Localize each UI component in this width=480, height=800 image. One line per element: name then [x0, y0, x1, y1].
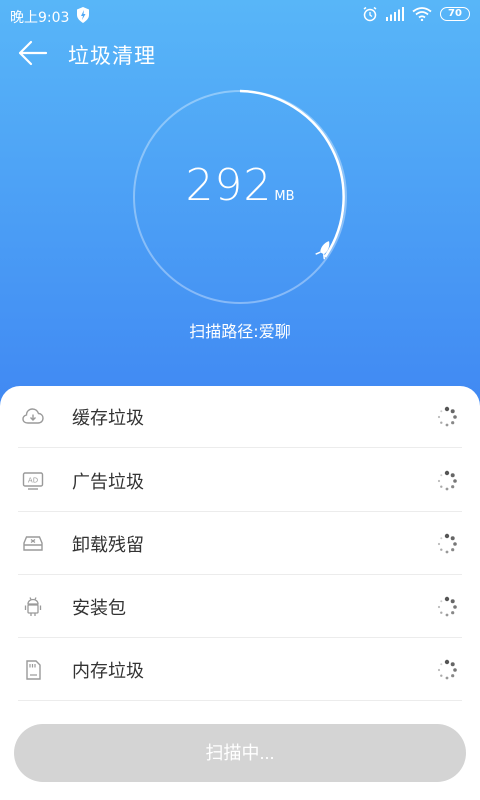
back-arrow-icon[interactable]	[18, 40, 48, 66]
list-item-uninstall-residue[interactable]: 卸载残留	[18, 513, 462, 575]
svg-text:AD: AD	[28, 477, 38, 485]
cloud-download-icon	[22, 408, 44, 424]
uninstall-box-icon	[23, 536, 43, 551]
loading-spinner-icon	[437, 596, 457, 617]
title-bar: 垃圾清理	[0, 32, 480, 76]
list-item-label: 缓存垃圾	[72, 408, 144, 429]
shield-icon	[77, 7, 89, 23]
scan-path-text: 扫描路径:爱聊	[189, 322, 291, 341]
ad-icon: AD	[22, 472, 44, 490]
list-item-label: 广告垃圾	[72, 472, 144, 493]
list-item-label: 安装包	[72, 598, 126, 619]
list-item-install-packages[interactable]: 安装包	[18, 576, 462, 638]
list-item-label: 内存垃圾	[72, 661, 144, 682]
loading-spinner-icon	[437, 659, 457, 680]
list-item-ads[interactable]: AD 广告垃圾	[18, 450, 462, 512]
wifi-icon	[412, 7, 432, 21]
list-item-cache[interactable]: 缓存垃圾	[18, 386, 462, 448]
list-item-memory[interactable]: 内存垃圾	[18, 639, 462, 701]
junk-size-display: 292 MB	[0, 160, 480, 211]
loading-spinner-icon	[437, 470, 457, 491]
junk-size-value: 292	[185, 160, 273, 211]
sd-card-icon	[26, 660, 41, 680]
battery-indicator: 70	[440, 7, 470, 21]
android-icon	[24, 597, 42, 616]
junk-size-unit: MB	[274, 189, 295, 204]
page-title: 垃圾清理	[68, 44, 156, 68]
status-time: 晚上9:03	[10, 10, 70, 26]
loading-spinner-icon	[437, 406, 457, 427]
signal-icon	[386, 7, 404, 21]
scanning-button[interactable]: 扫描中...	[14, 724, 466, 782]
list-item-label: 卸载残留	[72, 535, 144, 556]
loading-spinner-icon	[437, 533, 457, 554]
alarm-icon	[363, 6, 377, 22]
battery-level: 70	[448, 8, 462, 19]
status-bar: 晚上9:03 70	[0, 0, 480, 32]
